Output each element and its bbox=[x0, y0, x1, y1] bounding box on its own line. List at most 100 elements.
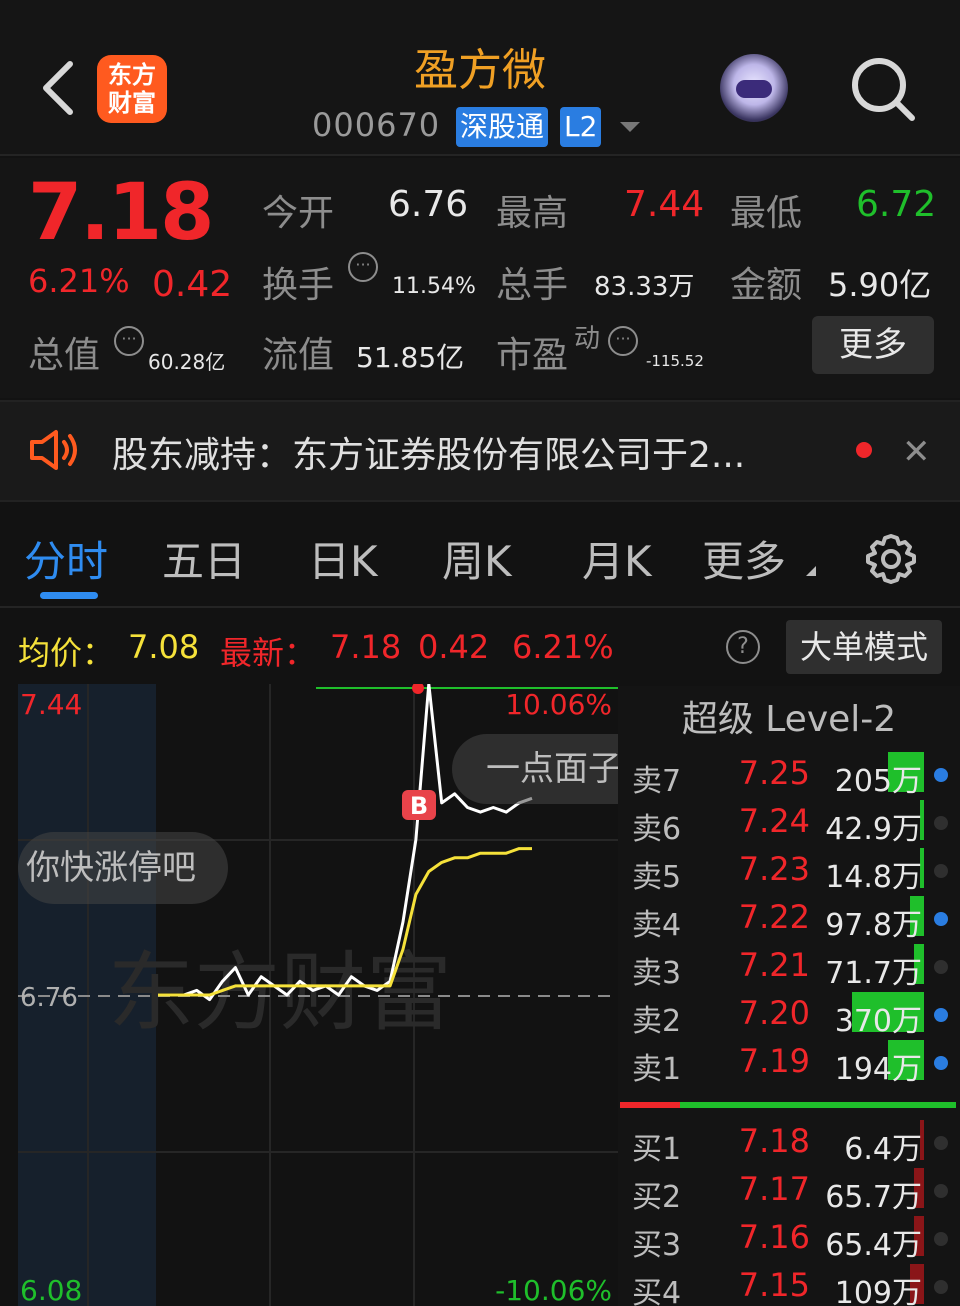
level-label: 卖4 bbox=[632, 908, 682, 943]
info-icon[interactable]: ··· bbox=[348, 252, 378, 282]
info-icon[interactable]: ··· bbox=[114, 326, 144, 356]
ask-row[interactable]: 卖7 7.25 205万 bbox=[618, 750, 960, 799]
level-label: 卖2 bbox=[632, 1004, 682, 1039]
last-price: 7.18 bbox=[28, 168, 214, 258]
level-price: 7.18 bbox=[738, 1122, 810, 1160]
close-icon[interactable]: ✕ bbox=[902, 432, 931, 472]
speaker-icon bbox=[30, 430, 77, 470]
open-label: 今开 bbox=[262, 193, 335, 234]
order-dot-icon bbox=[934, 816, 948, 830]
active-tab-indicator bbox=[40, 592, 98, 599]
level-volume: 65.7万 bbox=[825, 1180, 922, 1215]
ask-row[interactable]: 卖3 7.21 71.7万 bbox=[618, 942, 960, 991]
unread-dot bbox=[856, 442, 872, 458]
level-price: 7.24 bbox=[738, 802, 810, 840]
low-value: 6.72 bbox=[856, 184, 937, 225]
level-label: 卖1 bbox=[632, 1052, 682, 1087]
level-price: 7.17 bbox=[738, 1170, 810, 1208]
ask-row[interactable]: 卖6 7.24 42.9万 bbox=[618, 798, 960, 847]
level-volume: 109万 bbox=[834, 1276, 922, 1306]
order-dot-icon bbox=[934, 768, 948, 782]
level-price: 7.20 bbox=[738, 994, 810, 1032]
tab-more[interactable]: 更多 bbox=[702, 528, 786, 589]
app-logo: 东方 财富 bbox=[97, 55, 167, 123]
robot-assistant-icon[interactable] bbox=[720, 54, 788, 122]
market-cap-label: 总值 bbox=[28, 335, 101, 376]
level-volume: 6.4万 bbox=[844, 1132, 922, 1167]
order-dot-icon bbox=[934, 1232, 948, 1246]
order-dot-icon bbox=[934, 1056, 948, 1070]
level-price: 7.23 bbox=[738, 850, 810, 888]
ask-row[interactable]: 卖2 7.20 370万 bbox=[618, 990, 960, 1039]
help-icon[interactable]: ? bbox=[726, 630, 760, 664]
open-value: 6.76 bbox=[388, 184, 469, 225]
buy-marker-icon[interactable]: B bbox=[402, 790, 436, 820]
news-headline[interactable]: 股东减持：东方证券股份有限公司于2... bbox=[112, 426, 745, 478]
level-label: 买4 bbox=[632, 1276, 682, 1306]
turnover-value: 11.54% bbox=[392, 274, 476, 299]
market-cap-value: 60.28亿 bbox=[148, 350, 226, 374]
volume-value: 83.33万 bbox=[594, 272, 695, 302]
y-bottom-label: 6.08 bbox=[20, 1274, 82, 1306]
search-icon[interactable] bbox=[850, 56, 916, 122]
ask-row[interactable]: 卖1 7.19 194万 bbox=[618, 1038, 960, 1087]
tab-five-day[interactable]: 五日 bbox=[162, 528, 246, 589]
pct-bottom-label: -10.06% bbox=[495, 1274, 612, 1306]
amount-label: 金额 bbox=[730, 265, 803, 306]
low-label: 最低 bbox=[730, 193, 803, 234]
high-label: 最高 bbox=[496, 193, 569, 234]
bid-row[interactable]: 买3 7.16 65.4万 bbox=[618, 1214, 960, 1263]
pe-value: -115.52 bbox=[646, 352, 704, 370]
bid-ask-ratio-bar bbox=[620, 1102, 956, 1108]
level-price: 7.16 bbox=[738, 1218, 810, 1256]
latest-price: 7.18 bbox=[330, 628, 402, 666]
badge-shenzhen-connect: 深股通 bbox=[456, 107, 549, 147]
tab-monthly-k[interactable]: 月K bbox=[582, 528, 652, 589]
stock-code: 000670 bbox=[312, 106, 441, 144]
level-label: 卖7 bbox=[632, 764, 682, 799]
dropdown-triangle-icon[interactable] bbox=[620, 122, 640, 132]
more-quote-button[interactable]: 更多 bbox=[812, 316, 934, 374]
level-volume: 370万 bbox=[834, 1004, 922, 1039]
bid-row[interactable]: 买2 7.17 65.7万 bbox=[618, 1166, 960, 1215]
pe-dynamic-label: 动 bbox=[574, 324, 601, 354]
tab-intraday[interactable]: 分时 bbox=[24, 528, 108, 589]
logo-line2: 财富 bbox=[108, 89, 156, 117]
level-label: 卖5 bbox=[632, 860, 682, 895]
pe-label: 市盈 bbox=[496, 335, 569, 376]
comment-bubble[interactable]: 一点面子 bbox=[452, 734, 618, 804]
change-amount: 0.42 bbox=[152, 264, 233, 305]
y-mid-label: 6.76 bbox=[20, 983, 78, 1013]
level-label: 卖3 bbox=[632, 956, 682, 991]
stock-name[interactable]: 盈方微 bbox=[380, 34, 580, 98]
level-price: 7.22 bbox=[738, 898, 810, 936]
avg-price-label: 均价： bbox=[18, 634, 115, 672]
order-book-title[interactable]: 超级 Level-2 bbox=[618, 690, 960, 742]
more-corner-icon bbox=[806, 566, 816, 576]
buy-marker-text: B bbox=[410, 792, 428, 820]
level-volume: 71.7万 bbox=[825, 956, 922, 991]
level-price: 7.19 bbox=[738, 1042, 810, 1080]
change-percent: 6.21% bbox=[28, 262, 130, 300]
settings-gear-icon[interactable] bbox=[862, 530, 920, 588]
bid-row[interactable]: 买1 7.18 6.4万 bbox=[618, 1118, 960, 1167]
badge-level2: L2 bbox=[560, 107, 602, 147]
bid-row[interactable]: 买4 7.15 109万 bbox=[618, 1262, 960, 1306]
ask-row[interactable]: 卖5 7.23 14.8万 bbox=[618, 846, 960, 895]
y-top-label: 7.44 bbox=[20, 688, 82, 721]
ask-row[interactable]: 卖4 7.22 97.8万 bbox=[618, 894, 960, 943]
order-dot-icon bbox=[934, 912, 948, 926]
logo-line1: 东方 bbox=[108, 61, 156, 89]
info-icon[interactable]: ··· bbox=[608, 326, 638, 356]
back-arrow-icon[interactable] bbox=[36, 58, 80, 118]
comment-bubble[interactable]: 你快涨停吧 bbox=[18, 832, 228, 904]
level-volume: 194万 bbox=[834, 1052, 922, 1087]
level-price: 7.25 bbox=[738, 754, 810, 792]
tab-weekly-k[interactable]: 周K bbox=[442, 528, 512, 589]
big-order-mode-button[interactable]: 大单模式 bbox=[786, 620, 942, 674]
level-price: 7.15 bbox=[738, 1266, 810, 1304]
avg-price-value: 7.08 bbox=[128, 628, 200, 666]
tab-daily-k[interactable]: 日K bbox=[308, 528, 378, 589]
order-dot-icon bbox=[934, 1184, 948, 1198]
order-dot-icon bbox=[934, 1008, 948, 1022]
